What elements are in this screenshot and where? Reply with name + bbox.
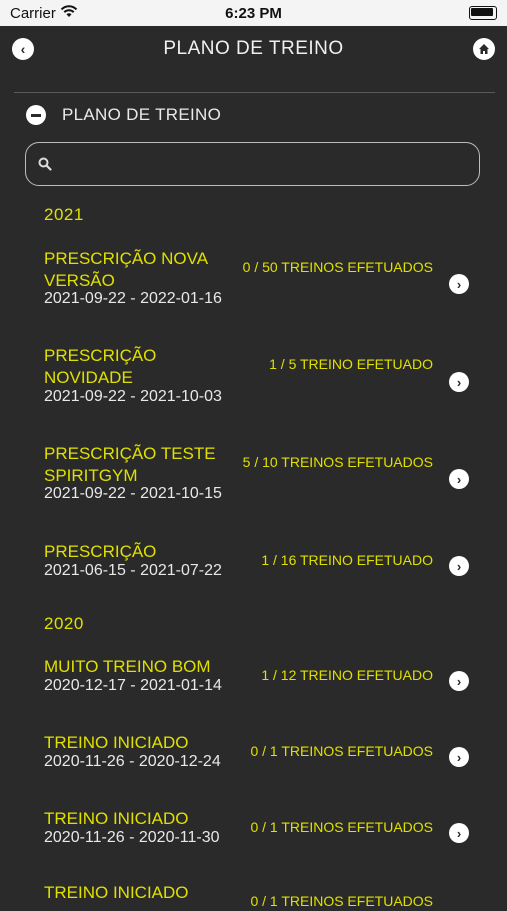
search-icon	[38, 157, 52, 171]
chevron-right-icon[interactable]: ›	[449, 274, 469, 294]
plan-name: PRESCRIÇÃO TESTE SPIRITGYM	[44, 444, 216, 485]
plan-progress: 1 / 16 TREINO EFETUADO	[261, 552, 433, 568]
battery-icon	[469, 6, 497, 20]
home-button[interactable]	[473, 38, 495, 60]
chevron-right-icon[interactable]: ›	[449, 469, 469, 489]
plan-name: MUITO TREINO BOM	[44, 657, 211, 676]
section-header[interactable]: PLANO DE TREINO	[26, 103, 221, 127]
plan-progress: 0 / 1 TREINOS EFETUADOS	[250, 893, 433, 909]
plan-dates: 2020-11-26 - 2020-12-24	[44, 753, 221, 770]
plan-dates: 2020-11-26 - 2020-11-30	[44, 829, 220, 846]
plan-dates: 2021-09-22 - 2021-10-15	[44, 485, 222, 502]
search-field[interactable]	[25, 142, 480, 186]
plan-name: PRESCRIÇÃO	[44, 542, 157, 561]
chevron-right-icon[interactable]: ›	[449, 556, 469, 576]
divider	[14, 92, 495, 93]
plan-dates: 2021-09-22 - 2021-10-03	[44, 388, 222, 405]
status-bar: Carrier 6:23 PM	[0, 0, 507, 26]
year-header: 2021	[44, 205, 84, 224]
plan-progress: 0 / 50 TREINOS EFETUADOS	[242, 259, 433, 275]
chevron-right-icon[interactable]: ›	[449, 747, 469, 767]
nav-bar: ‹ PLANO DE TREINO	[0, 26, 507, 72]
plan-progress: 1 / 12 TREINO EFETUADO	[261, 667, 433, 683]
plan-dates: 2021-06-15 - 2021-07-22	[44, 562, 222, 579]
plan-progress: 5 / 10 TREINOS EFETUADOS	[242, 454, 433, 470]
chevron-right-icon[interactable]: ›	[449, 823, 469, 843]
plan-progress: 1 / 5 TREINO EFETUADO	[269, 356, 433, 372]
plan-name: TREINO INICIADO	[44, 883, 189, 902]
plan-name: TREINO INICIADO	[44, 809, 189, 828]
collapse-icon[interactable]	[26, 105, 46, 125]
page-title: PLANO DE TREINO	[163, 38, 344, 59]
plan-dates: 2020-12-17 - 2021-01-14	[44, 677, 222, 694]
plan-name: PRESCRIÇÃO NOVIDADE	[44, 346, 157, 387]
plan-name: PRESCRIÇÃO NOVA VERSÃO	[44, 249, 208, 290]
search-input[interactable]	[66, 151, 470, 179]
plan-dates: 2021-09-22 - 2022-01-16	[44, 290, 222, 307]
plan-progress: 0 / 1 TREINOS EFETUADOS	[250, 743, 433, 759]
plan-name: TREINO INICIADO	[44, 733, 189, 752]
year-header: 2020	[44, 614, 84, 633]
section-title: PLANO DE TREINO	[62, 105, 222, 124]
chevron-right-icon[interactable]: ›	[449, 671, 469, 691]
plan-progress: 0 / 1 TREINOS EFETUADOS	[250, 819, 433, 835]
home-icon	[479, 44, 489, 54]
chevron-right-icon[interactable]: ›	[449, 372, 469, 392]
clock: 6:23 PM	[225, 5, 282, 22]
